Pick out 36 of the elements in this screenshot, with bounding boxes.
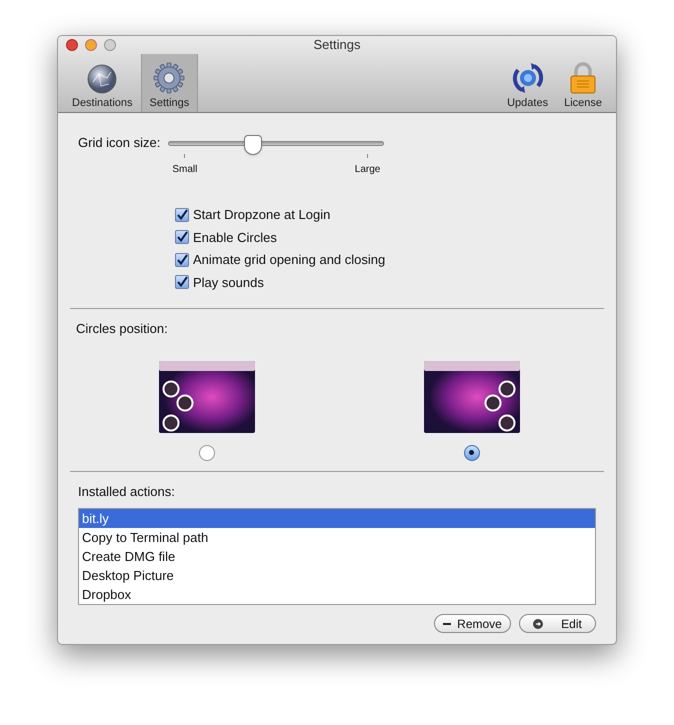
list-item[interactable]: Copy to Terminal path [79, 528, 595, 547]
grid-icon-size-label: Grid icon size: [78, 134, 160, 152]
toolbar-tab[interactable]: License [556, 54, 610, 112]
radio-button[interactable] [464, 444, 480, 460]
checkbox-label: Start Dropzone at Login [193, 206, 330, 224]
slider-max-label: Large [354, 163, 380, 177]
circles-position-label: Circles position: [75, 320, 169, 338]
checkbox-label: Animate grid opening and closing [193, 251, 386, 269]
toolbar-tab[interactable]: Settings [140, 54, 198, 112]
checkbox[interactable] [175, 252, 189, 267]
settings-icon [153, 62, 186, 94]
toolbar-tab[interactable]: Updates [499, 54, 556, 112]
list-item[interactable]: Dropbox [79, 585, 595, 604]
checkbox[interactable] [175, 230, 189, 244]
checkbox[interactable] [175, 208, 189, 222]
installed-actions-label: Installed actions: [77, 482, 176, 500]
window-title: Settings [314, 36, 360, 54]
close-button[interactable] [66, 39, 78, 51]
list-item[interactable]: Desktop Picture [79, 566, 595, 585]
globe-icon [87, 64, 118, 94]
list-item[interactable]: Create DMG file [79, 547, 595, 566]
radio-button[interactable] [198, 444, 214, 460]
slider-min-label: Small [172, 163, 198, 177]
checkbox[interactable] [175, 275, 189, 290]
sync-icon [510, 62, 545, 94]
list-item[interactable]: bit.ly [79, 509, 595, 528]
checkbox-label: Enable Circles [193, 228, 277, 246]
remove-button[interactable]: Remove [434, 614, 511, 633]
slider-thumb[interactable] [244, 135, 262, 155]
arrow-circle-icon [533, 618, 544, 628]
toolbar-tab[interactable]: Destinations [64, 54, 141, 112]
minus-icon [443, 622, 452, 624]
checkbox-label: Play sounds [193, 274, 264, 292]
edit-button[interactable]: Edit [519, 614, 596, 633]
minimize-button[interactable] [85, 39, 97, 51]
lock-icon [569, 62, 598, 94]
